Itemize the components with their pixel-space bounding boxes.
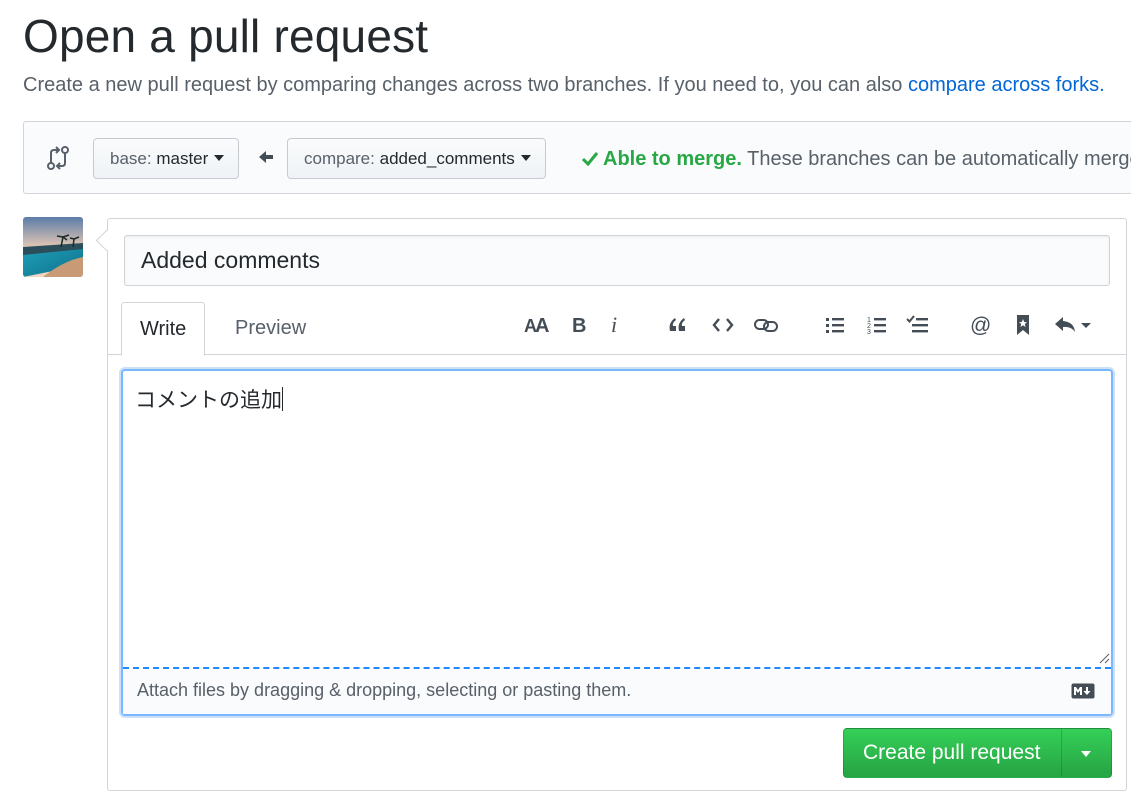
svg-text:A: A [535, 315, 549, 337]
pr-body-text: コメントの追加 [135, 389, 282, 412]
create-pull-request-label: Create pull request [863, 741, 1041, 764]
git-compare-icon [47, 146, 69, 170]
file-attach-zone[interactable]: Attach files by dragging & dropping, sel… [123, 667, 1111, 714]
arrow-left-icon [259, 151, 273, 163]
base-branch-selector[interactable]: base: master [93, 138, 240, 179]
svg-text:@: @ [970, 314, 991, 337]
task-list-icon[interactable] [904, 311, 932, 339]
text-cursor [282, 387, 283, 411]
merge-detail: These branches can be automatically merg… [747, 148, 1131, 170]
attach-hint: Attach files by dragging & dropping, sel… [137, 680, 632, 700]
svg-text:3: 3 [867, 329, 871, 336]
resize-grip-icon[interactable] [1098, 652, 1110, 664]
base-branch-name: master [156, 149, 209, 168]
bold-icon[interactable]: B [565, 311, 593, 339]
bookmark-icon[interactable] [1009, 311, 1037, 339]
svg-text:i: i [611, 313, 617, 337]
pull-request-form: Write Preview AA B i 123 @ コメントの追加 [107, 218, 1127, 791]
text-size-icon[interactable]: AA [523, 311, 551, 339]
check-icon [581, 152, 599, 167]
create-options-dropdown[interactable] [1062, 729, 1112, 777]
quote-icon[interactable] [664, 311, 692, 339]
compare-across-forks-link[interactable]: compare across forks. [908, 74, 1105, 96]
base-prefix: base: [110, 149, 152, 168]
pr-body-editor[interactable]: コメントの追加 Attach files by dragging & dropp… [121, 369, 1113, 716]
compare-branch-selector[interactable]: compare: added_comments [287, 138, 546, 179]
avatar[interactable] [23, 217, 83, 277]
bulleted-list-icon[interactable] [821, 311, 849, 339]
page-title: Open a pull request [23, 10, 429, 62]
merge-status: Able to merge. These branches can be aut… [581, 146, 1131, 172]
markdown-icon[interactable] [1071, 683, 1095, 699]
pr-body-textarea[interactable]: コメントの追加 [135, 387, 283, 415]
chevron-down-icon [214, 154, 225, 161]
pr-title-input[interactable] [124, 235, 1110, 286]
beach-avatar-image [23, 217, 83, 277]
italic-icon[interactable]: i [601, 311, 629, 339]
mention-icon[interactable]: @ [967, 311, 995, 339]
reply-icon[interactable] [1053, 311, 1095, 339]
compare-prefix: compare: [304, 149, 375, 168]
create-pull-request-button[interactable]: Create pull request [843, 728, 1112, 778]
tab-preview[interactable]: Preview [217, 302, 324, 355]
tab-write[interactable]: Write [121, 302, 206, 356]
chevron-down-icon [520, 154, 531, 161]
svg-text:B: B [572, 315, 586, 337]
merge-ok-label: Able to merge. [603, 148, 742, 170]
numbered-list-icon[interactable]: 123 [863, 311, 891, 339]
branch-range-bar: base: master compare: added_comments Abl… [23, 121, 1131, 194]
chevron-down-icon [1081, 751, 1091, 757]
subtitle-text: Create a new pull request by comparing c… [23, 74, 908, 96]
page-subtitle: Create a new pull request by comparing c… [23, 72, 1105, 98]
compare-branch-name: added_comments [379, 149, 515, 168]
link-icon[interactable] [752, 311, 780, 339]
code-icon[interactable] [709, 311, 737, 339]
